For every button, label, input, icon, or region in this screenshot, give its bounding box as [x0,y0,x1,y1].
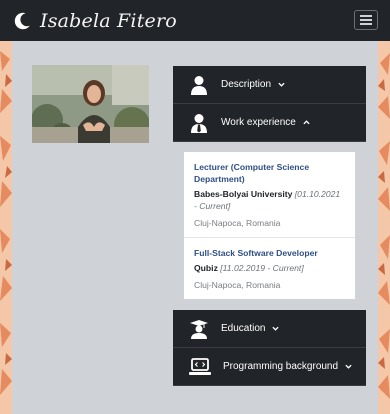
graduation-cap-icon [189,319,209,339]
main-content: Description Work experience Lecturer (Co… [12,41,378,414]
experience-location: Cluj-Napoca, Romania [194,218,281,228]
navbar: Isabela Fitero [0,0,390,41]
background-pattern-left [0,41,12,414]
work-experience-label: Work experience [221,117,296,128]
work-experience-toggle[interactable]: Work experience [173,104,366,142]
hamburger-icon [360,15,372,17]
chevron-down-icon [345,364,352,369]
programming-background-toggle[interactable]: Programming background [173,348,366,386]
programming-background-label: Programming background [223,361,339,372]
description-label: Description [221,79,272,90]
education-toggle[interactable]: Education [173,310,366,348]
person-tie-icon [189,113,209,133]
navbar-toggler-button[interactable] [354,10,378,30]
experience-item: Lecturer (Computer Science Department) B… [184,152,355,237]
chevron-down-icon [272,326,280,331]
person-icon [189,75,209,95]
moon-icon [14,12,30,29]
brand-link[interactable]: Isabela Fitero [12,10,177,32]
chevron-up-icon [303,120,310,125]
education-label: Education [221,323,266,334]
work-experience-panel: Lecturer (Computer Science Department) B… [173,142,366,310]
experience-title: Lecturer (Computer Science Department) [194,162,310,184]
background-pattern-right [378,41,390,414]
brand-title: Isabela Fitero [40,9,177,32]
experience-organization: Qubiz [194,263,218,273]
experience-title: Full-Stack Software Developer [194,248,318,258]
chevron-down-icon [278,82,285,87]
description-toggle[interactable]: Description [173,66,366,104]
experience-dates: [11.02.2019 - Current] [220,263,304,273]
experience-location: Cluj-Napoca, Romania [194,280,281,290]
profile-photo [32,65,149,143]
experience-item: Full-Stack Software Developer Qubiz [11.… [184,237,355,299]
experience-organization: Babes-Bolyai University [194,189,293,199]
profile-accordion: Description Work experience Lecturer (Co… [173,66,366,386]
laptop-code-icon [189,357,211,377]
